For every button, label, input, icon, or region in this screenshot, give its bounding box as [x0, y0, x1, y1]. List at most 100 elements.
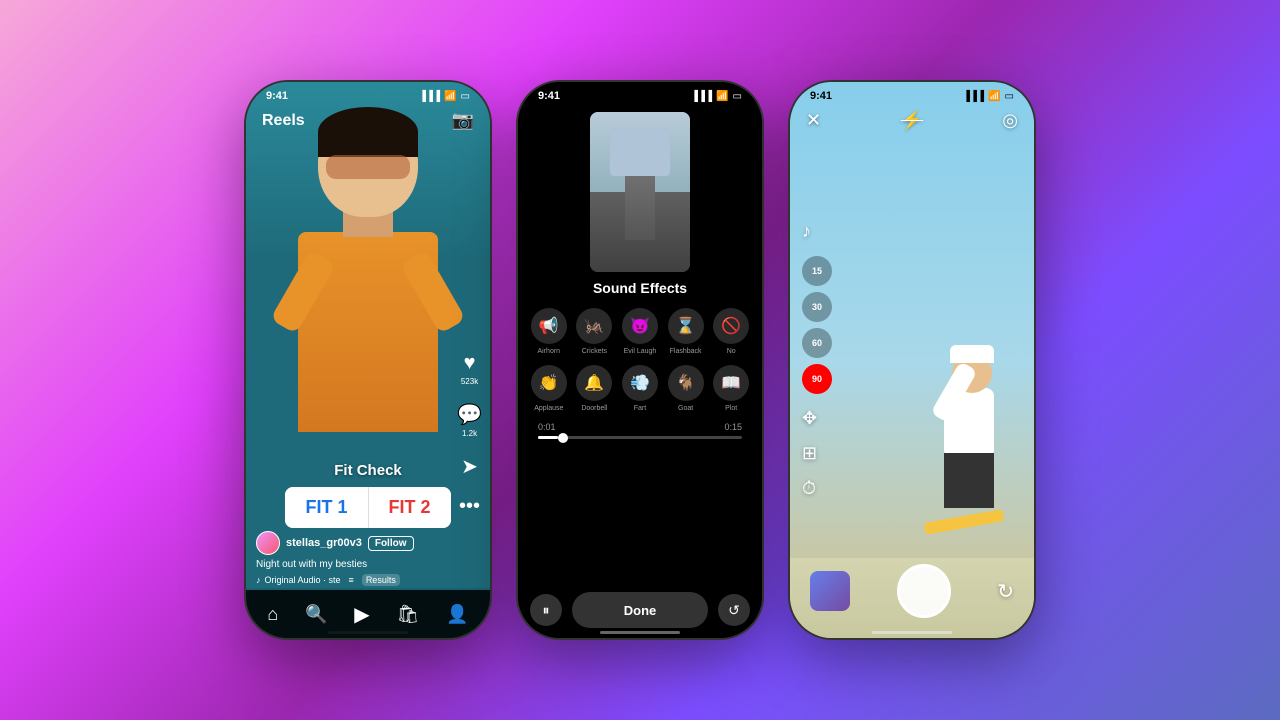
audio-row: ♪ Original Audio · ste ≡ Results — [256, 574, 440, 586]
pause-button[interactable]: ⏸ — [530, 594, 562, 626]
user-row: stellas_gr00v3 Follow — [256, 531, 440, 555]
evil-laugh-label: Evil Laugh — [624, 348, 657, 355]
comment-action[interactable]: 💬 1.2k — [457, 402, 482, 438]
sound-plot[interactable]: 📖 Plot — [712, 365, 750, 412]
heart-icon: ♥ — [464, 352, 476, 375]
comment-icon: 💬 — [457, 402, 482, 427]
sound-goat[interactable]: 🐐 Goat — [667, 365, 705, 412]
video-preview — [590, 112, 690, 272]
airhorn-label: Airhorn — [538, 348, 561, 355]
fit2-button[interactable]: FIT 2 — [369, 487, 451, 528]
done-label: Done — [624, 603, 657, 618]
sound-effects-title: Sound Effects — [530, 280, 750, 296]
sound-applause[interactable]: 👏 Applause — [530, 365, 568, 412]
wifi-icon-3: 📶 — [988, 91, 1000, 102]
sound-fart[interactable]: 💨 Fart — [621, 365, 659, 412]
music-icon: ♪ — [802, 221, 811, 241]
person-glasses — [326, 155, 410, 179]
video-ocean — [610, 128, 670, 176]
timeline: 0:01 0:15 — [530, 422, 750, 439]
skater-figure — [884, 202, 1004, 538]
nav-search-icon[interactable]: 🔍 — [305, 604, 327, 625]
sound-crickets[interactable]: 🦗 Crickets — [576, 308, 614, 355]
duration-60[interactable]: 60 — [802, 328, 832, 358]
evil-laugh-icon: 😈 — [622, 308, 658, 344]
signal-icon-3: ▐▐▐ — [963, 91, 984, 102]
audio-text: Original Audio · ste — [265, 575, 341, 585]
move-tool[interactable]: ✥ — [802, 408, 832, 429]
sound-no[interactable]: 🚫 No — [712, 308, 750, 355]
fit-buttons: FIT 1 FIT 2 — [285, 487, 450, 528]
skater-cap — [950, 345, 994, 363]
timeline-times: 0:01 0:15 — [538, 422, 742, 432]
shutter-button[interactable] — [897, 564, 951, 618]
done-button[interactable]: Done — [572, 592, 708, 628]
user-info: stellas_gr00v3 Follow Night out with my … — [256, 531, 440, 586]
flash-icon: ⚡ — [901, 110, 923, 130]
camera-side-tools: ♪ 15 30 60 90 ✥ ⊞ ⏱ — [802, 221, 832, 499]
flash-button[interactable]: ⚡ — [901, 110, 923, 131]
duration-15[interactable]: 15 — [802, 256, 832, 286]
no-icon: 🚫 — [713, 308, 749, 344]
timer-tool[interactable]: ⏱ — [802, 478, 832, 499]
like-count: 523k — [461, 377, 478, 386]
gallery-thumbnail[interactable] — [810, 571, 850, 611]
skater-pants — [944, 453, 994, 508]
sound-airhorn[interactable]: 📢 Airhorn — [530, 308, 568, 355]
results-label[interactable]: Results — [362, 574, 400, 586]
nav-shop-icon[interactable]: 🛍 — [396, 604, 419, 625]
time-start: 0:01 — [538, 422, 556, 432]
crickets-icon: 🦗 — [576, 308, 612, 344]
music-tool[interactable]: ♪ — [802, 221, 832, 242]
nav-profile-icon[interactable]: 👤 — [446, 604, 468, 625]
nav-reels-icon[interactable]: ▶ — [354, 602, 369, 627]
battery-icon-3: ▭ — [1005, 91, 1014, 102]
nav-home-icon[interactable]: ⌂ — [267, 604, 278, 625]
person-figure — [288, 112, 448, 432]
phone-sound-effects: 9:41 ▐▐▐ 📶 ▭ Sound Effects 📢 Airhorn — [516, 80, 764, 640]
caption: Night out with my besties — [256, 559, 440, 570]
close-button[interactable]: ✕ — [806, 110, 821, 131]
home-indicator-2 — [600, 631, 680, 634]
wifi-icon-2: 📶 — [716, 91, 728, 102]
avatar — [256, 531, 280, 555]
sound-grid-row2: 👏 Applause 🔔 Doorbell 💨 Fart 🐐 Goat 📖 — [530, 365, 750, 412]
fit-check-overlay: Fit Check FIT 1 FIT 2 — [246, 462, 490, 528]
doorbell-icon: 🔔 — [576, 365, 612, 401]
layout-tool[interactable]: ⊞ — [802, 443, 832, 464]
reels-header: Reels 📷 — [246, 110, 490, 131]
duration-30[interactable]: 30 — [802, 292, 832, 322]
layout-icon: ⊞ — [802, 443, 817, 463]
bottom-nav: ⌂ 🔍 ▶ 🛍 👤 — [246, 590, 490, 638]
timeline-thumb — [558, 433, 568, 443]
fit1-button[interactable]: FIT 1 — [285, 487, 368, 528]
camera-icon[interactable]: 📷 — [452, 110, 474, 131]
no-label: No — [727, 348, 736, 355]
settings-button[interactable]: ◎ — [1002, 110, 1018, 131]
fit-check-title: Fit Check — [334, 462, 402, 479]
status-time: 9:41 — [266, 90, 288, 102]
reset-button[interactable]: ↺ — [718, 594, 750, 626]
sound-doorbell[interactable]: 🔔 Doorbell — [576, 365, 614, 412]
plot-icon: 📖 — [713, 365, 749, 401]
duration-90-active[interactable]: 90 — [802, 364, 832, 394]
status-bar: 9:41 ▐▐▐ 📶 ▭ — [246, 82, 490, 106]
sound-effects-section: Sound Effects 📢 Airhorn 🦗 Crickets 😈 Evi… — [518, 280, 762, 439]
battery-icon: ▭ — [461, 91, 470, 102]
status-time-3: 9:41 — [810, 90, 832, 102]
sound-evil-laugh[interactable]: 😈 Evil Laugh — [621, 308, 659, 355]
status-icons: ▐▐▐ 📶 ▭ — [419, 91, 470, 102]
flip-camera-button[interactable]: ↻ — [997, 579, 1014, 604]
doorbell-label: Doorbell — [581, 405, 607, 412]
signal-icon-2: ▐▐▐ — [691, 91, 712, 102]
status-bar-2: 9:41 ▐▐▐ 📶 ▭ — [518, 82, 762, 106]
like-action[interactable]: ♥ 523k — [461, 352, 478, 386]
status-icons-3: ▐▐▐ 📶 ▭ — [963, 91, 1014, 102]
duration-options: 15 30 60 90 — [802, 256, 832, 394]
timeline-track[interactable] — [538, 436, 742, 439]
follow-button[interactable]: Follow — [368, 536, 414, 551]
plot-label: Plot — [725, 405, 737, 412]
airhorn-icon: 📢 — [531, 308, 567, 344]
sound-flashback[interactable]: ⌛ Flashback — [667, 308, 705, 355]
camera-bottom: ↻ — [790, 564, 1034, 618]
